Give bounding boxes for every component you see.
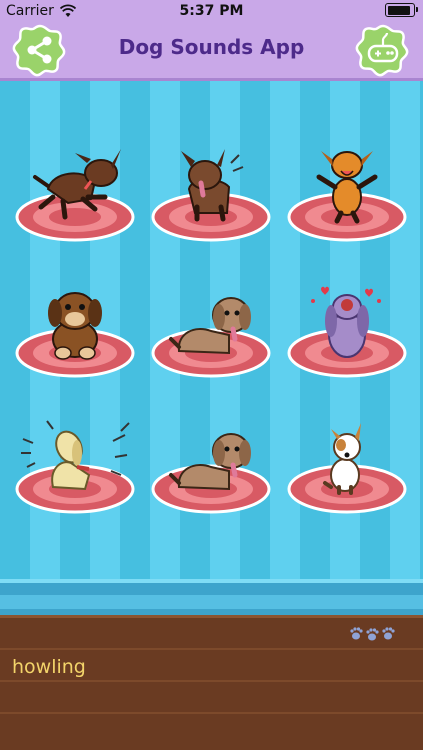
sound-panel: howling (0, 615, 423, 750)
dog-button-5[interactable] (149, 277, 273, 407)
games-button[interactable] (355, 22, 411, 78)
love-dog-icon (287, 286, 407, 378)
panting-dog-icon (151, 433, 271, 514)
stage-base (0, 579, 423, 615)
dog-button-9[interactable] (285, 413, 409, 543)
sad-dog-icon (151, 297, 271, 378)
paw-prints-icon (350, 627, 395, 641)
puppy-sitting-icon (15, 292, 135, 378)
status-right (385, 3, 418, 17)
dog-button-1[interactable] (13, 141, 137, 271)
dog-button-7[interactable] (13, 413, 137, 543)
battery-icon (385, 3, 418, 17)
sound-name-label: howling (12, 656, 86, 678)
dog-button-6[interactable] (285, 277, 409, 407)
panel-divider (0, 648, 423, 650)
happy-dog-icon (287, 151, 407, 242)
dog-button-4[interactable] (13, 277, 137, 407)
terrier-dog-icon (287, 423, 407, 514)
howling-dog-icon (15, 420, 135, 514)
running-dog-icon (15, 149, 135, 242)
status-bar: Carrier 5:37 PM (0, 0, 423, 22)
panel-divider (0, 680, 423, 682)
nav-bar: Dog Sounds App (0, 22, 423, 81)
dog-grid (0, 81, 423, 579)
dog-button-2[interactable] (149, 141, 273, 271)
gamepad-icon (355, 24, 409, 77)
dog-button-8[interactable] (149, 413, 273, 543)
status-time: 5:37 PM (179, 3, 244, 19)
dog-button-3[interactable] (285, 141, 409, 271)
panel-divider (0, 712, 423, 714)
barking-dog-icon (151, 149, 271, 242)
